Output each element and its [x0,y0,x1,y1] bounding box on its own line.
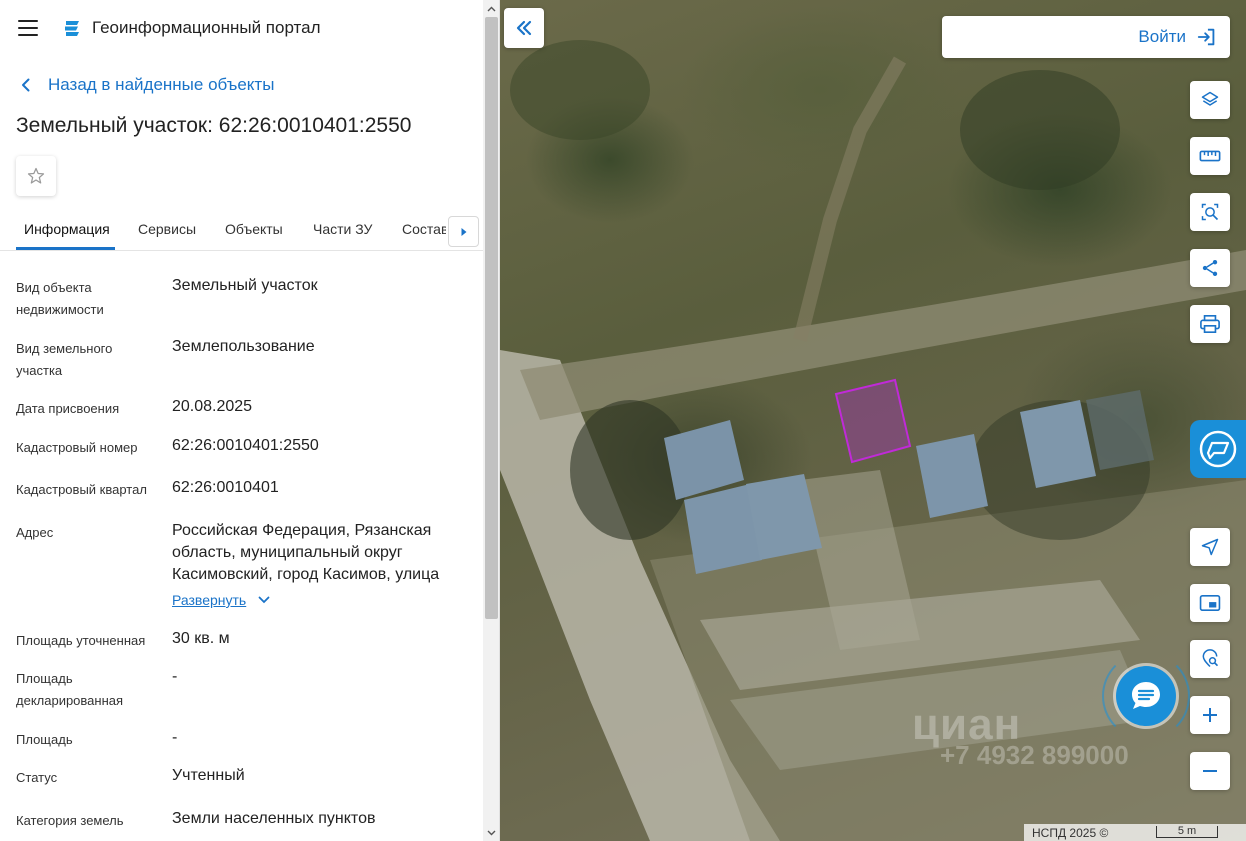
property-label: Площадь уточненная [16,633,146,648]
area-search-icon [1201,203,1219,221]
chat-button[interactable] [1116,666,1176,726]
collapse-panel-button[interactable] [504,8,544,48]
tab-land-parts[interactable]: Части ЗУ [313,221,372,237]
property-label: Площадь [16,732,73,747]
expand-address-link[interactable]: Развернуть [172,592,270,608]
star-icon [27,167,45,184]
expand-label: Развернуть [172,592,247,608]
attribution-text: НСПД 2025 © [1032,825,1109,840]
tab-objects[interactable]: Объекты [225,221,283,237]
menu-icon[interactable] [18,20,38,36]
active-tab-indicator [16,247,115,250]
app-header: Геоинформационный портал [0,0,483,56]
ruler-button[interactable] [1190,137,1230,175]
minimap-icon [1199,594,1221,612]
search-location-button[interactable] [1190,640,1230,678]
share-button[interactable] [1190,249,1230,287]
object-title: Земельный участок: 62:26:0010401:2550 [16,114,412,137]
property-label: Кадастровый квартал [16,482,147,497]
info-panel: Геоинформационный портал Назад в найденн… [0,0,500,841]
zoom-in-icon [1203,708,1217,722]
property-value: Учтенный [172,767,245,784]
tab-composition[interactable]: Состав [402,221,446,237]
property-value: - [172,729,178,746]
portal-logo-icon [65,21,79,36]
print-icon [1200,315,1220,333]
layers-icon [1201,91,1219,106]
map-chat-icon [1199,430,1237,468]
zoom-in-button[interactable] [1190,696,1230,734]
chevron-left-icon [22,78,30,92]
scrollbar-thumb[interactable] [485,17,498,619]
property-value: Российская Федерация, Рязанская область,… [172,522,440,583]
chevron-down-icon [258,596,270,604]
area-search-button[interactable] [1190,193,1230,231]
property-label: Дата присвоения [16,401,120,416]
tab-bar: Информация Сервисы Объекты Части ЗУ Сост… [0,210,483,251]
minimap-button[interactable] [1190,584,1230,622]
share-icon [1202,260,1218,276]
tab-information[interactable]: Информация [24,221,110,237]
property-label: Вид земельного участка [16,341,113,378]
locate-icon [1201,538,1219,556]
property-value: 30 кв. м [172,630,230,647]
locate-button[interactable] [1190,528,1230,566]
property-value: Землепользование [172,338,315,355]
login-icon [1197,28,1215,46]
layers-button[interactable] [1190,81,1230,119]
login-button[interactable]: Войти [942,16,1230,58]
caret-right-icon [461,227,466,236]
property-value: Земли населенных пунктов [172,810,376,827]
property-value: Земельный участок [172,277,318,294]
map-scale: 5 m [1156,826,1218,838]
tabs-next-button[interactable] [448,216,479,247]
property-label: Кадастровый номер [16,440,138,455]
zoom-out-icon [1203,770,1217,772]
map-view[interactable]: циан +7 4932 899000 Войти НСПД 2025 © 5 … [500,0,1246,841]
search-location-icon [1202,649,1219,668]
favorite-button[interactable] [16,156,56,196]
back-to-results-link[interactable]: Назад в найденные объекты [18,74,274,96]
double-chevron-left-icon [516,20,532,36]
property-label: Адрес [16,525,54,540]
app-title: Геоинформационный портал [92,18,321,37]
zoom-out-button[interactable] [1190,752,1230,790]
property-value: 20.08.2025 [172,398,253,415]
property-label: Вид объекта недвижимости [16,280,104,317]
watermark-phone: +7 4932 899000 [940,740,1129,770]
scroll-up-icon[interactable] [483,0,499,17]
property-value: 62:26:0010401 [172,479,279,496]
property-label: Статус [16,770,58,785]
cadastre-widget-button[interactable] [1190,420,1246,478]
tab-services[interactable]: Сервисы [138,221,196,237]
print-button[interactable] [1190,305,1230,343]
panel-scrollbar[interactable] [483,0,499,841]
chat-icon [1132,682,1160,709]
property-label: Площадь декларированная [16,671,124,708]
scroll-down-icon[interactable] [483,824,499,841]
back-label: Назад в найденные объекты [48,75,275,94]
ruler-icon [1199,150,1221,162]
login-label: Войти [1138,27,1186,46]
property-value: 62:26:0010401:2550 [172,437,319,454]
property-value: - [172,668,178,685]
property-label: Категория земель [16,813,124,828]
